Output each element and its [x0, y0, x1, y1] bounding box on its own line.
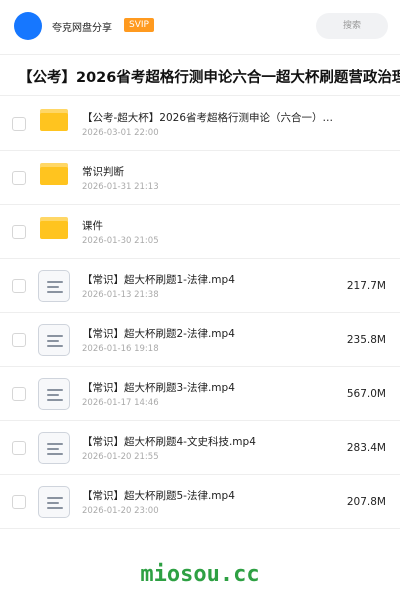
row-checkbox[interactable] [12, 441, 26, 455]
file-date: 2026-01-17 14:46 [82, 398, 159, 408]
file-row[interactable]: 常识判断 2026-01-31 21:13 [0, 151, 400, 205]
file-row[interactable]: 【常识】超大杯刷题2-法律.mp4 2026-01-16 19:18 235.8M [0, 313, 400, 367]
file-name[interactable]: 【常识】超大杯刷题1-法律.mp4 [82, 272, 235, 287]
avatar[interactable] [14, 12, 42, 40]
folder-icon [40, 109, 68, 131]
folder-icon [40, 163, 68, 185]
file-row[interactable]: 【常识】超大杯刷题3-法律.mp4 2026-01-17 14:46 567.0M [0, 367, 400, 421]
file-date: 2026-01-16 19:18 [82, 344, 159, 354]
file-date: 2026-01-20 23:00 [82, 506, 159, 516]
file-size: 235.8M [346, 334, 386, 346]
file-date: 2026-03-01 22:00 [82, 128, 159, 138]
watermark: miosou.cc [140, 562, 260, 587]
file-name[interactable]: 【常识】超大杯刷题2-法律.mp4 [82, 326, 235, 341]
folder-icon [40, 217, 68, 239]
file-document-icon [38, 486, 70, 518]
row-checkbox[interactable] [12, 279, 26, 293]
file-name[interactable]: 【常识】超大杯刷题3-法律.mp4 [82, 380, 235, 395]
file-date: 2026-01-13 21:38 [82, 290, 159, 300]
svip-badge: SVIP [124, 18, 154, 32]
file-date: 2026-01-20 21:55 [82, 452, 159, 462]
file-document-icon [38, 378, 70, 410]
file-size: 217.7M [346, 280, 386, 292]
file-size: 567.0M [346, 388, 386, 400]
file-name[interactable]: 【常识】超大杯刷题4-文史科技.mp4 [82, 434, 256, 449]
brand-name: 夸克网盘分享 [52, 23, 112, 34]
header: 夸克网盘分享 SVIP 搜索 [0, 0, 400, 52]
share-title: 【公考】2026省考超格行测申论六合一超大杯刷题营政治理 [18, 70, 400, 86]
row-checkbox[interactable] [12, 387, 26, 401]
file-document-icon [38, 324, 70, 356]
row-checkbox[interactable] [12, 171, 26, 185]
file-document-icon [38, 432, 70, 464]
file-row[interactable]: 【常识】超大杯刷题5-法律.mp4 2026-01-20 23:00 207.8M [0, 475, 400, 529]
row-checkbox[interactable] [12, 495, 26, 509]
file-date: 2026-01-30 21:05 [82, 236, 159, 246]
file-row[interactable]: 【公考-超大杯】2026省考超格行测申论（六合一）… 2026-03-01 22:… [0, 97, 400, 151]
file-name[interactable]: 【常识】超大杯刷题5-法律.mp4 [82, 488, 235, 503]
file-list: 【公考-超大杯】2026省考超格行测申论（六合一）… 2026-03-01 22:… [0, 97, 400, 529]
file-size: 283.4M [346, 442, 386, 454]
file-row[interactable]: 【常识】超大杯刷题1-法律.mp4 2026-01-13 21:38 217.7M [0, 259, 400, 313]
row-checkbox[interactable] [12, 225, 26, 239]
row-checkbox[interactable] [12, 333, 26, 347]
file-date: 2026-01-31 21:13 [82, 182, 159, 192]
file-row[interactable]: 【常识】超大杯刷题4-文史科技.mp4 2026-01-20 21:55 283.4… [0, 421, 400, 475]
search-button[interactable]: 搜索 [316, 13, 388, 39]
file-size: 207.8M [346, 496, 386, 508]
file-name[interactable]: 常识判断 [82, 164, 124, 179]
file-row[interactable]: 课件 2026-01-30 21:05 [0, 205, 400, 259]
file-document-icon [38, 270, 70, 302]
share-title-bar: 【公考】2026省考超格行测申论六合一超大杯刷题营政治理 [0, 54, 400, 96]
file-name[interactable]: 课件 [82, 218, 103, 233]
row-checkbox[interactable] [12, 117, 26, 131]
file-name[interactable]: 【公考-超大杯】2026省考超格行测申论（六合一）… [82, 110, 333, 125]
